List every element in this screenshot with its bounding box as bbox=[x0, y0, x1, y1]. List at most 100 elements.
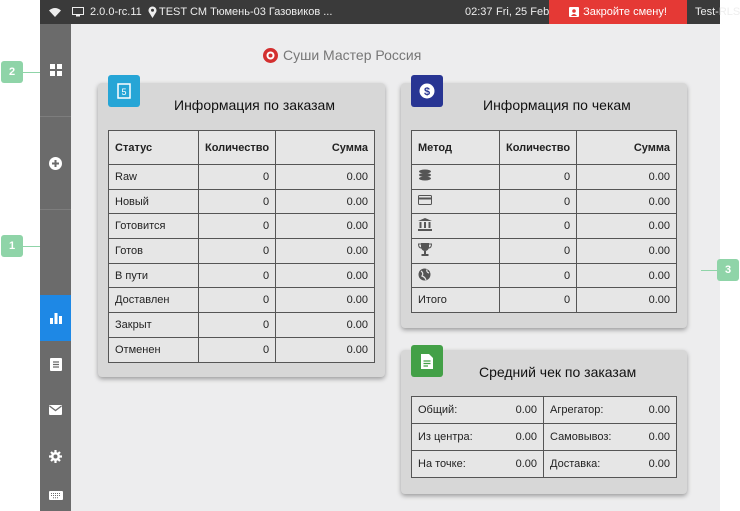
check-qty: 0 bbox=[498, 287, 578, 314]
orders-card-title: Информация по заказам bbox=[174, 97, 335, 113]
checks-card-icon: $ bbox=[411, 75, 443, 107]
sidebar-item-settings[interactable] bbox=[40, 433, 71, 479]
document-icon bbox=[49, 357, 62, 371]
clock-date: Fri, 25 Feb bbox=[496, 6, 550, 18]
wifi-icon bbox=[48, 0, 62, 24]
order-status: Готовится bbox=[108, 213, 199, 240]
app-version: 2.0.0-rc.11 bbox=[90, 6, 142, 18]
brand-header: Суши Мастер Россия bbox=[263, 45, 421, 65]
table-row: Закрыт 0 0.00 bbox=[108, 312, 375, 338]
order-sum: 0.00 bbox=[275, 312, 375, 338]
check-sum: 0.00 bbox=[576, 238, 677, 264]
avg-card-title: Средний чек по заказам bbox=[479, 364, 637, 380]
sidebar-item-blank[interactable] bbox=[40, 210, 71, 295]
orders-col-sum: Сумма bbox=[275, 130, 375, 165]
callout-badge: 2 bbox=[1, 61, 23, 83]
orders-col-status: Статус bbox=[108, 130, 199, 165]
order-qty: 0 bbox=[197, 312, 277, 338]
monitor-icon bbox=[72, 0, 84, 24]
dollar-icon: $ bbox=[419, 83, 435, 99]
coins-icon bbox=[419, 169, 431, 181]
order-status: В пути bbox=[108, 262, 199, 289]
mail-icon bbox=[49, 405, 62, 415]
order-status: Готов bbox=[108, 238, 199, 264]
order-qty: 0 bbox=[197, 213, 277, 240]
trophy-icon bbox=[417, 242, 433, 256]
brand-logo-icon bbox=[263, 47, 278, 63]
check-sum: 0.00 bbox=[576, 213, 677, 240]
document-icon bbox=[421, 353, 433, 369]
orders-card-icon: 5 bbox=[108, 75, 140, 107]
sidebar-item-messages[interactable] bbox=[40, 387, 71, 433]
gear-icon bbox=[49, 449, 62, 463]
checks-col-method: Метод bbox=[411, 130, 500, 165]
order-status: Отменен bbox=[108, 336, 199, 363]
avg-value: 0.00 bbox=[483, 396, 544, 424]
location-selector[interactable]: TEST CM Тюмень-03 Газовиков ... bbox=[159, 0, 332, 24]
check-sum: 0.00 bbox=[576, 287, 677, 314]
table-row: Из центра: 0.00 Самовывоз: 0.00 bbox=[411, 423, 677, 451]
svg-text:$: $ bbox=[424, 86, 430, 98]
close-shift-label: Закройте смену! bbox=[583, 6, 667, 18]
callout-badge: 1 bbox=[1, 235, 23, 257]
table-row: Общий: 0.00 Агрегатор: 0.00 bbox=[411, 396, 677, 424]
order-sum: 0.00 bbox=[275, 287, 375, 314]
table-row: Отменен 0 0.00 bbox=[108, 336, 375, 363]
table-row: Raw 0 0.00 bbox=[108, 164, 375, 190]
avg-value: 0.00 bbox=[483, 423, 544, 451]
table-row: На точке: 0.00 Доставка: 0.00 bbox=[411, 450, 677, 478]
brand-name: Суши Мастер Россия bbox=[283, 47, 422, 63]
checks-col-qty: Количество bbox=[498, 130, 578, 165]
check-qty: 0 bbox=[498, 164, 578, 190]
order-qty: 0 bbox=[197, 188, 277, 215]
location-pin-icon bbox=[148, 0, 157, 24]
order-sum: 0.00 bbox=[275, 336, 375, 363]
close-shift-button[interactable]: Закройте смену! bbox=[549, 0, 687, 24]
sidebar-item-new-order[interactable] bbox=[40, 117, 71, 209]
checks-card: $ Информация по чекам Метод Количество С… bbox=[401, 75, 687, 328]
sidebar-item-reports[interactable] bbox=[40, 295, 71, 341]
checks-table: Метод Количество Сумма 0 0.00 0 0.00 0 0.00… bbox=[411, 130, 677, 314]
table-row: В пути 0 0.00 bbox=[108, 262, 375, 289]
checks-col-sum: Сумма bbox=[576, 130, 677, 165]
table-row: 0 0.00 bbox=[411, 238, 677, 264]
order-qty: 0 bbox=[197, 262, 277, 289]
callout-line bbox=[701, 270, 717, 271]
avg-label: Доставка: bbox=[543, 450, 624, 478]
orders-col-qty: Количество bbox=[197, 130, 277, 165]
sidebar-item-documents[interactable] bbox=[40, 341, 71, 387]
sidebar bbox=[40, 24, 71, 511]
svg-text:5: 5 bbox=[121, 87, 126, 97]
method-bonus bbox=[411, 238, 500, 264]
method-bank bbox=[411, 213, 500, 240]
method-card bbox=[411, 188, 500, 215]
avg-label: Агрегатор: bbox=[543, 396, 624, 424]
table-row: 0 0.00 bbox=[411, 213, 677, 240]
sidebar-item-keyboard[interactable] bbox=[40, 479, 71, 511]
orders-card: 5 Информация по заказам Статус Количеств… bbox=[98, 75, 385, 377]
account-menu[interactable]: Test-RLS bbox=[695, 0, 740, 24]
order-qty: 0 bbox=[197, 336, 277, 363]
sidebar-item-dashboard[interactable] bbox=[40, 24, 71, 116]
table-row: Итого 0 0.00 bbox=[411, 287, 677, 314]
avg-label: Самовывоз: bbox=[543, 423, 624, 451]
orders-table: Статус Количество Сумма Raw 0 0.00 Новый 0 0… bbox=[108, 130, 375, 363]
order-sum: 0.00 bbox=[275, 262, 375, 289]
top-bar: 2.0.0-rc.11 TEST CM Тюмень-03 Газовиков … bbox=[40, 0, 740, 24]
order-qty: 0 bbox=[197, 238, 277, 264]
check-sum: 0.00 bbox=[576, 188, 677, 215]
receipt-icon: 5 bbox=[117, 83, 131, 99]
order-qty: 0 bbox=[197, 164, 277, 190]
method-cash bbox=[411, 164, 500, 190]
table-row: 0 0.00 bbox=[411, 188, 677, 215]
order-status: Новый bbox=[108, 188, 199, 215]
order-status: Закрыт bbox=[108, 312, 199, 338]
checks-card-title: Информация по чекам bbox=[483, 97, 631, 113]
avg-value: 0.00 bbox=[623, 450, 677, 478]
table-row: Готовится 0 0.00 bbox=[108, 213, 375, 240]
check-sum: 0.00 bbox=[576, 262, 677, 289]
avg-value: 0.00 bbox=[623, 396, 677, 424]
avg-check-card: Средний чек по заказам Общий: 0.00 Агрег… bbox=[401, 345, 687, 494]
order-sum: 0.00 bbox=[275, 238, 375, 264]
avg-card-icon bbox=[411, 345, 443, 377]
